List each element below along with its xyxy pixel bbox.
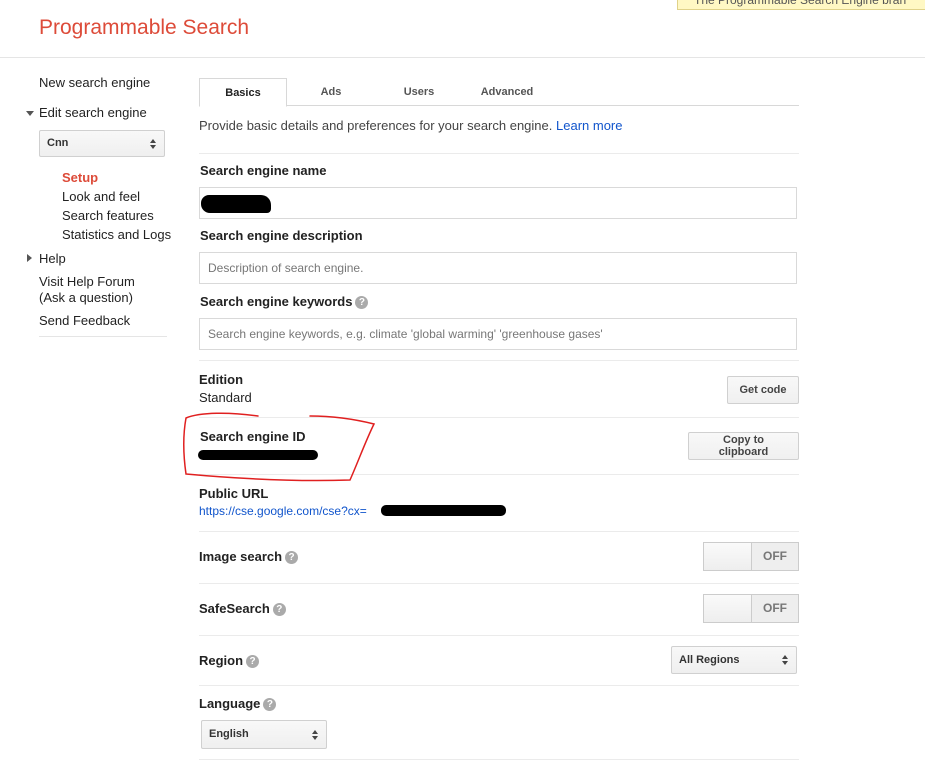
redaction-mark <box>198 450 318 460</box>
notice-banner: The Programmable Search Engine bran <box>677 0 925 10</box>
engine-select[interactable]: Cnn <box>39 130 165 157</box>
copy-to-clipboard-button[interactable]: Copy to clipboard <box>688 432 799 460</box>
engine-name-input[interactable] <box>199 187 797 219</box>
region-label-text: Region <box>199 653 244 668</box>
section-divider <box>199 531 799 532</box>
expand-right-icon[interactable] <box>27 254 32 262</box>
sidebar-item-look-and-feel[interactable]: Look and feel <box>62 189 140 204</box>
header-divider <box>0 57 925 58</box>
expand-down-icon[interactable] <box>26 111 34 116</box>
section-divider <box>199 583 799 584</box>
safesearch-label-text: SafeSearch <box>199 601 270 616</box>
safesearch-toggle[interactable]: OFF <box>703 594 799 623</box>
engine-select-value: Cnn <box>47 137 69 149</box>
language-label: Language? <box>199 696 277 711</box>
image-search-label-text: Image search <box>199 549 283 564</box>
section-divider <box>199 360 799 361</box>
help-icon[interactable]: ? <box>272 603 286 616</box>
learn-more-link[interactable]: Learn more <box>556 118 622 133</box>
language-label-text: Language <box>199 696 261 711</box>
tab-basics[interactable]: Basics <box>199 78 287 107</box>
sidebar-edit-engine[interactable]: Edit search engine <box>39 105 147 120</box>
tab-users[interactable]: Users <box>375 78 463 107</box>
intro-description: Provide basic details and preferences fo… <box>199 118 553 133</box>
sidebar-item-statistics-logs[interactable]: Statistics and Logs <box>62 227 171 242</box>
sidebar-ask-question[interactable]: (Ask a question) <box>39 290 133 305</box>
tab-ads[interactable]: Ads <box>287 78 375 107</box>
engine-description-input[interactable] <box>199 252 797 284</box>
image-search-label: Image search? <box>199 549 299 564</box>
redaction-mark <box>381 505 506 516</box>
toggle-knob <box>704 543 752 570</box>
toggle-state: OFF <box>752 595 798 622</box>
get-code-button[interactable]: Get code <box>727 376 799 404</box>
engine-keywords-input[interactable] <box>199 318 797 350</box>
tabs-divider <box>199 105 799 106</box>
redaction-mark <box>201 195 271 213</box>
sidebar-item-setup[interactable]: Setup <box>62 170 98 185</box>
region-select[interactable]: All Regions <box>671 646 797 674</box>
engine-keywords-label-text: Search engine keywords <box>200 294 353 309</box>
section-divider <box>199 417 799 418</box>
safesearch-label: SafeSearch? <box>199 601 286 616</box>
engine-description-label: Search engine description <box>200 228 363 243</box>
engine-keywords-label: Search engine keywords? <box>200 294 369 309</box>
edition-label: Edition <box>199 372 244 387</box>
engine-name-label: Search engine name <box>200 163 327 178</box>
image-search-toggle[interactable]: OFF <box>703 542 799 571</box>
help-icon[interactable]: ? <box>263 698 277 711</box>
sidebar-help-forum[interactable]: Visit Help Forum <box>39 274 135 289</box>
help-icon[interactable]: ? <box>285 551 299 564</box>
sidebar-new-engine[interactable]: New search engine <box>39 75 150 90</box>
language-select-value: English <box>209 728 249 740</box>
sidebar-help[interactable]: Help <box>39 251 66 266</box>
sidebar-send-feedback[interactable]: Send Feedback <box>39 313 130 328</box>
region-label: Region? <box>199 653 260 668</box>
toggle-knob <box>704 595 752 622</box>
sidebar-item-search-features[interactable]: Search features <box>62 208 154 223</box>
section-divider <box>199 759 799 760</box>
sidebar-divider <box>39 336 167 337</box>
tab-advanced[interactable]: Advanced <box>463 78 551 107</box>
section-divider <box>199 153 799 154</box>
help-icon[interactable]: ? <box>355 296 369 309</box>
section-divider <box>199 635 799 636</box>
select-arrows-icon <box>150 138 157 149</box>
section-divider <box>199 685 799 686</box>
app-logo[interactable]: Programmable Search <box>39 16 249 40</box>
section-divider <box>199 474 799 475</box>
public-url-label: Public URL <box>199 486 269 501</box>
help-icon[interactable]: ? <box>246 655 260 668</box>
public-url-link[interactable]: https://cse.google.com/cse?cx= <box>199 504 367 518</box>
engine-id-label: Search engine ID <box>200 429 306 444</box>
region-select-value: All Regions <box>679 654 740 666</box>
edition-value: Standard <box>199 390 252 405</box>
toggle-state: OFF <box>752 543 798 570</box>
intro-text: Provide basic details and preferences fo… <box>199 118 622 133</box>
select-arrows-icon <box>782 655 789 665</box>
language-select[interactable]: English <box>201 720 327 749</box>
select-arrows-icon <box>312 729 319 740</box>
